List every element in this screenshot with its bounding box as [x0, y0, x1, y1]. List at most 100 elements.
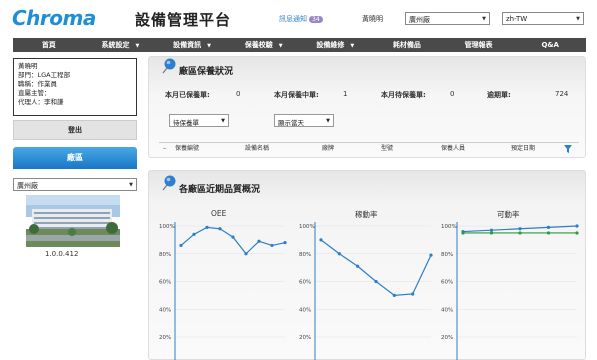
user-info-name: 黃曉明 [18, 62, 38, 70]
panel-title: 廠區保養狀況 [179, 67, 234, 77]
site-select[interactable]: 廣州廠 ▼ [405, 12, 490, 25]
data-point [356, 264, 360, 268]
overdue-count: 724 [555, 90, 569, 98]
data-point [575, 231, 579, 235]
nav-maintenance-calibration[interactable]: 保養校驗 ▼ [228, 38, 300, 52]
y-tick-label: 40% [441, 307, 453, 313]
y-tick-label: 80% [159, 252, 171, 258]
y-tick-label: 20% [159, 335, 171, 341]
pending-count: 0 [450, 90, 455, 98]
nav-label: 管理報表 [464, 41, 493, 49]
sort-toggle-icon[interactable]: – [163, 143, 166, 155]
data-point [374, 279, 378, 284]
y-tick-label: 20% [299, 335, 311, 341]
date-range-value: 顯示當天 [278, 119, 304, 127]
data-point [546, 225, 551, 229]
series-line [180, 226, 286, 255]
data-point [319, 238, 323, 242]
y-tick-label: 20% [441, 335, 453, 341]
y-tick-label: 60% [299, 280, 311, 286]
inprogress-count: 1 [343, 90, 348, 98]
data-point [392, 293, 396, 297]
filter-icon[interactable] [563, 144, 573, 154]
y-tick-label: 100% [441, 224, 457, 230]
data-point [231, 235, 235, 239]
column-header[interactable]: 廠牌 [322, 143, 334, 155]
nav-label: 設備資訊 [173, 41, 202, 49]
nav-qa[interactable]: Q&A [514, 38, 586, 52]
data-point [518, 231, 522, 235]
data-point [283, 241, 287, 245]
caret-down-icon: ▼ [135, 43, 140, 49]
nav-equipment-info[interactable]: 設備資訊 ▼ [156, 38, 228, 52]
site-dropdown-value: 廣州廠 [17, 182, 38, 190]
notification-label[interactable]: 訊息通知 [279, 15, 307, 23]
order-type-value: 待保養單 [173, 119, 199, 127]
data-point [257, 239, 261, 243]
data-point [429, 253, 433, 257]
pending-label: 本月待保養單: [381, 91, 426, 99]
language-select[interactable]: zh-TW ▼ [502, 12, 584, 25]
nav-label: 首頁 [41, 41, 56, 49]
data-point [270, 243, 274, 248]
column-header[interactable]: 保養人員 [441, 143, 465, 155]
y-tick-label: 80% [441, 252, 453, 258]
factory-photo [26, 195, 120, 247]
user-info-box: 黃曉明 部門：LGA工程部 職稱：作業員 直屬主管： 代理人：李和謙 [13, 58, 137, 116]
y-tick-label: 60% [441, 280, 453, 286]
nav-label: 系統設定 [101, 41, 130, 49]
chevron-down-icon: ▼ [129, 182, 133, 188]
data-point [461, 231, 465, 235]
nav-label: 耗材備品 [392, 41, 421, 49]
column-header[interactable]: 設備名稱 [245, 143, 269, 155]
maintenance-status-panel: 廠區保養狀況 本月已保養單: 0 本月保養中單: 1 本月待保養單: 0 逾期單… [148, 56, 586, 158]
y-tick-label: 80% [299, 252, 311, 258]
done-count: 0 [236, 90, 241, 98]
notification-link[interactable]: 訊息通知 34 [279, 14, 323, 24]
column-header[interactable]: 預定日期 [511, 143, 535, 155]
date-range-select[interactable]: 顯示當天 ▼ [274, 114, 334, 127]
nav-reports[interactable]: 管理報表 [443, 38, 515, 52]
data-point [192, 232, 196, 236]
nav-equipment-repair[interactable]: 設備維修 ▼ [300, 38, 372, 52]
data-point [411, 292, 415, 296]
chevron-down-icon: ▼ [221, 118, 225, 124]
site-dropdown[interactable]: 廣州廠 ▼ [13, 178, 137, 191]
pushpin-icon [162, 58, 176, 74]
y-tick-label: 100% [159, 224, 175, 230]
caret-down-icon: ▼ [207, 43, 211, 49]
user-info-role: 職稱：作業員 [18, 80, 57, 88]
nav-consumables[interactable]: 耗材備品 [371, 38, 443, 52]
order-type-select[interactable]: 待保養單 ▼ [169, 114, 229, 127]
chevron-down-icon: ▼ [576, 16, 580, 22]
main-nav: 首頁 系統設定 ▼ 設備資訊 ▼ 保養校驗 ▼ 設備維修 ▼ 耗材備品 管理報表 Q&A [13, 38, 586, 52]
chevron-down-icon: ▼ [482, 16, 486, 22]
data-point [179, 243, 183, 248]
site-section-header: 廠區 [13, 147, 137, 169]
y-tick-label: 40% [299, 307, 311, 313]
data-point [244, 252, 248, 256]
data-point [489, 228, 494, 232]
quality-overview-panel: 各廠區近期品質概況 OEE 稼動率 可動率 100% 80% 60% 40% 20% 10… [148, 170, 586, 360]
data-point [337, 252, 341, 256]
caret-down-icon: ▼ [350, 43, 355, 49]
nav-label: Q&A [541, 41, 559, 49]
column-header[interactable]: 型號 [381, 143, 393, 155]
logout-button[interactable]: 登出 [13, 120, 137, 140]
column-header[interactable]: 保養編號 [175, 143, 199, 155]
y-tick-label: 60% [159, 280, 171, 286]
done-label: 本月已保養單: [165, 91, 210, 99]
notification-count-badge: 34 [309, 16, 323, 23]
user-info-agent: 代理人：李和謙 [18, 98, 64, 106]
language-select-value: zh-TW [506, 15, 528, 23]
nav-label: 保養校驗 [244, 41, 273, 49]
chevron-down-icon: ▼ [326, 118, 330, 124]
logo: Chroma [12, 6, 96, 30]
nav-home[interactable]: 首頁 [13, 38, 85, 52]
data-point [218, 227, 222, 231]
data-point [518, 227, 522, 231]
nav-system-settings[interactable]: 系統設定 ▼ [85, 38, 157, 52]
app-header: Chroma 設備管理平台 訊息通知 34 黃曉明 廣州廠 ▼ zh-TW ▼ [0, 0, 597, 36]
data-point [205, 225, 209, 229]
data-point [546, 231, 551, 235]
